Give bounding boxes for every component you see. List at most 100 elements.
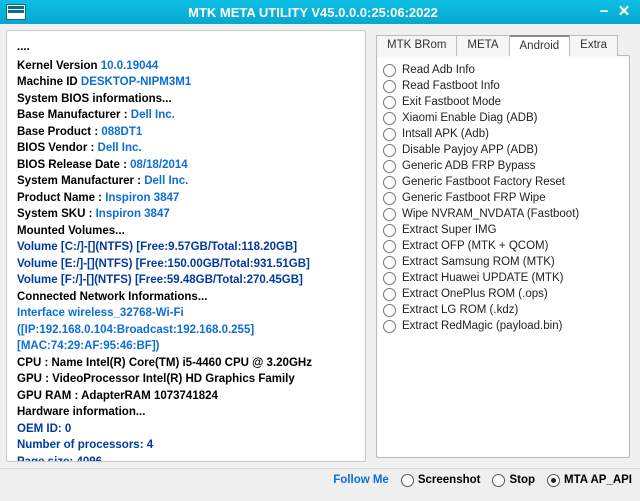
- action-option[interactable]: Generic Fastboot FRP Wipe: [381, 190, 625, 206]
- action-label: Xiaomi Enable Diag (ADB): [402, 112, 538, 124]
- action-option[interactable]: Disable Payjoy APP (ADB): [381, 142, 625, 158]
- stop-option[interactable]: Stop: [492, 474, 535, 487]
- radio-icon: [383, 272, 396, 285]
- info-value: Interface wireless_32768-Wi-Fi ([IP:192.…: [17, 307, 254, 352]
- screenshot-option[interactable]: Screenshot: [401, 474, 481, 487]
- minimize-button[interactable]: −: [594, 2, 614, 22]
- radio-icon: [383, 320, 396, 333]
- radio-icon: [383, 240, 396, 253]
- footer: Follow Me Screenshot Stop MTA AP_API: [0, 468, 640, 491]
- info-label: Product Name :: [17, 192, 105, 204]
- info-label: GPU RAM :: [17, 390, 81, 402]
- action-option[interactable]: Extract RedMagic (payload.bin): [381, 318, 625, 334]
- action-option[interactable]: Extract Huawei UPDATE (MTK): [381, 270, 625, 286]
- window-title: MTK META UTILITY V45.0.0.0:25:06:2022: [32, 5, 594, 20]
- action-label: Extract OFP (MTK + QCOM): [402, 240, 548, 252]
- info-label: Base Manufacturer :: [17, 109, 131, 121]
- radio-icon: [383, 144, 396, 157]
- action-option[interactable]: Extract OnePlus ROM (.ops): [381, 286, 625, 302]
- tab-extra[interactable]: Extra: [570, 35, 618, 56]
- action-label: Exit Fastboot Mode: [402, 96, 501, 108]
- action-option[interactable]: Xiaomi Enable Diag (ADB): [381, 110, 625, 126]
- section-heading: System BIOS informations...: [17, 93, 172, 105]
- action-label: Generic Fastboot Factory Reset: [402, 176, 565, 188]
- section-heading: Hardware information...: [17, 406, 145, 418]
- action-option[interactable]: Read Adb Info: [381, 62, 625, 78]
- follow-me-link[interactable]: Follow Me: [333, 474, 389, 486]
- action-option[interactable]: Wipe NVRAM_NVDATA (Fastboot): [381, 206, 625, 222]
- info-row: OEM ID: 0: [17, 421, 355, 438]
- action-option[interactable]: Extract LG ROM (.kdz): [381, 302, 625, 318]
- api-label: MTA AP_API: [564, 474, 632, 486]
- radio-icon: [383, 256, 396, 269]
- action-label: Extract Super IMG: [402, 224, 497, 236]
- radio-icon: [383, 128, 396, 141]
- radio-icon: [383, 208, 396, 221]
- action-option[interactable]: Exit Fastboot Mode: [381, 94, 625, 110]
- tab-android[interactable]: Android: [510, 35, 571, 56]
- info-row: System SKU : Inspiron 3847: [17, 206, 355, 223]
- info-label: BIOS Vendor :: [17, 142, 98, 154]
- top-ellipsis: ....: [17, 39, 355, 56]
- info-row: GPU RAM : AdapterRAM 1073741824: [17, 388, 355, 405]
- tab-mtk-brom[interactable]: MTK BRom: [376, 35, 457, 56]
- radio-icon: [383, 112, 396, 125]
- info-value: Dell Inc.: [131, 109, 175, 121]
- tab-meta[interactable]: META: [457, 35, 509, 56]
- actions-panel: MTK BRomMETAAndroidExtra Read Adb InfoRe…: [372, 30, 634, 462]
- close-button[interactable]: ✕: [614, 2, 634, 22]
- info-value: Volume [F:/]-[](NTFS) [Free:59.48GB/Tota…: [17, 274, 303, 286]
- action-label: Extract LG ROM (.kdz): [402, 304, 518, 316]
- action-label: Generic Fastboot FRP Wipe: [402, 192, 546, 204]
- info-row: System Manufacturer : Dell Inc.: [17, 173, 355, 190]
- info-label: GPU :: [17, 373, 52, 385]
- action-option[interactable]: Extract Samsung ROM (MTK): [381, 254, 625, 270]
- radio-icon: [383, 80, 396, 93]
- action-label: Wipe NVRAM_NVDATA (Fastboot): [402, 208, 579, 220]
- action-option[interactable]: Generic ADB FRP Bypass: [381, 158, 625, 174]
- info-value: Dell Inc.: [98, 142, 142, 154]
- action-label: Extract Samsung ROM (MTK): [402, 256, 555, 268]
- info-row: Page size: 4096: [17, 454, 355, 463]
- radio-icon: [383, 192, 396, 205]
- section-heading: Connected Network Informations...: [17, 291, 207, 303]
- info-value: Dell Inc.: [144, 175, 188, 187]
- tab-strip: MTK BRomMETAAndroidExtra: [376, 34, 630, 55]
- info-row: BIOS Vendor : Dell Inc.: [17, 140, 355, 157]
- action-option[interactable]: Extract Super IMG: [381, 222, 625, 238]
- info-value: 088DT1: [101, 126, 142, 138]
- info-value: Inspiron 3847: [96, 208, 170, 220]
- radio-icon: [492, 474, 505, 487]
- app-icon: [6, 4, 26, 20]
- system-info-panel: .... Kernel Version 10.0.19044Machine ID…: [6, 30, 366, 462]
- info-label: CPU :: [17, 357, 52, 369]
- titlebar: MTK META UTILITY V45.0.0.0:25:06:2022 − …: [0, 0, 640, 24]
- info-value: Number of processors: 4: [17, 439, 153, 451]
- action-option[interactable]: Generic Fastboot Factory Reset: [381, 174, 625, 190]
- radio-icon: [547, 474, 560, 487]
- info-value: Volume [E:/]-[](NTFS) [Free:150.00GB/Tot…: [17, 258, 310, 270]
- action-option[interactable]: Extract OFP (MTK + QCOM): [381, 238, 625, 254]
- info-row: Volume [C:/]-[](NTFS) [Free:9.57GB/Total…: [17, 239, 355, 256]
- info-row: Base Product : 088DT1: [17, 124, 355, 141]
- info-row: System BIOS informations...: [17, 91, 355, 108]
- action-label: Read Adb Info: [402, 64, 475, 76]
- info-row: Hardware information...: [17, 404, 355, 421]
- info-value: DESKTOP-NIPM3M1: [81, 76, 191, 88]
- info-value: Page size: 4096: [17, 456, 102, 463]
- info-value: OEM ID: 0: [17, 423, 71, 435]
- radio-icon: [401, 474, 414, 487]
- info-row: Volume [F:/]-[](NTFS) [Free:59.48GB/Tota…: [17, 272, 355, 289]
- info-row: Connected Network Informations...: [17, 289, 355, 306]
- action-option[interactable]: Read Fastboot Info: [381, 78, 625, 94]
- action-option[interactable]: Intsall APK (Adb): [381, 126, 625, 142]
- action-label: Extract OnePlus ROM (.ops): [402, 288, 548, 300]
- info-row: Volume [E:/]-[](NTFS) [Free:150.00GB/Tot…: [17, 256, 355, 273]
- action-label: Intsall APK (Adb): [402, 128, 489, 140]
- tab-pane-android: Read Adb Info Read Fastboot Info Exit Fast…: [376, 55, 630, 458]
- radio-icon: [383, 160, 396, 173]
- content-area: .... Kernel Version 10.0.19044Machine ID…: [0, 24, 640, 468]
- api-option[interactable]: MTA AP_API: [547, 474, 632, 487]
- radio-icon: [383, 176, 396, 189]
- radio-icon: [383, 96, 396, 109]
